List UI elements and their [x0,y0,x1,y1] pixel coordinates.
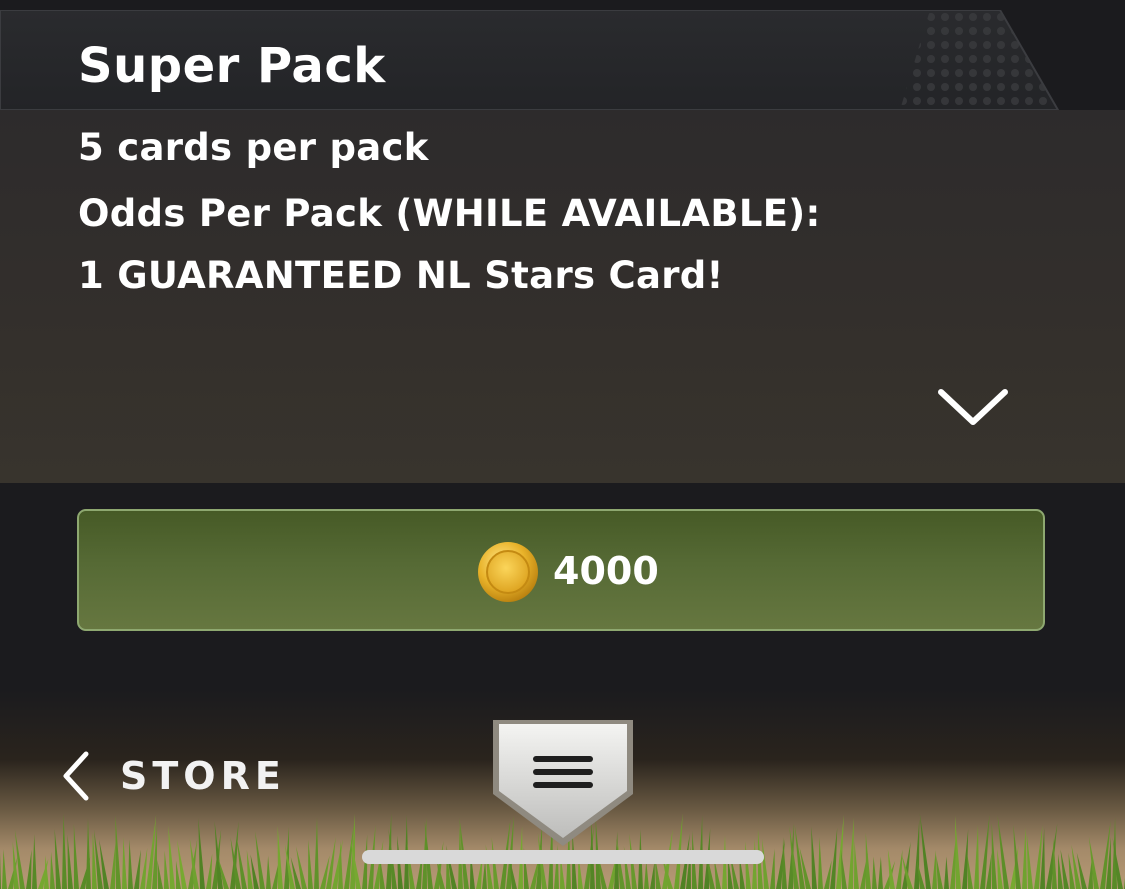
back-to-store-button[interactable]: STORE [60,748,281,804]
expand-description-button[interactable] [936,384,1010,432]
pack-detail-screen: Super Pack 5 cards per pack Odds Per Pac… [0,0,1125,889]
chevron-left-icon [63,751,89,801]
odds-heading-text: Odds Per Pack (WHILE AVAILABLE): [78,192,821,235]
chevron-down-icon [938,389,1008,425]
back-label: STORE [120,754,286,798]
hamburger-menu-icon [533,756,593,788]
home-indicator[interactable] [362,850,764,864]
price-value: 4000 [553,549,659,593]
pack-title: Super Pack [78,38,386,94]
pack-header: Super Pack [0,10,1125,110]
coin-icon [478,542,538,602]
buy-pack-button[interactable]: 4000 [77,509,1045,631]
cards-per-pack-text: 5 cards per pack [78,126,429,169]
pack-description-panel: 5 cards per pack Odds Per Pack (WHILE AV… [0,110,1125,483]
odds-detail-text: 1 GUARANTEED NL Stars Card! [78,254,724,297]
hamburger-menu-button[interactable] [489,718,637,848]
